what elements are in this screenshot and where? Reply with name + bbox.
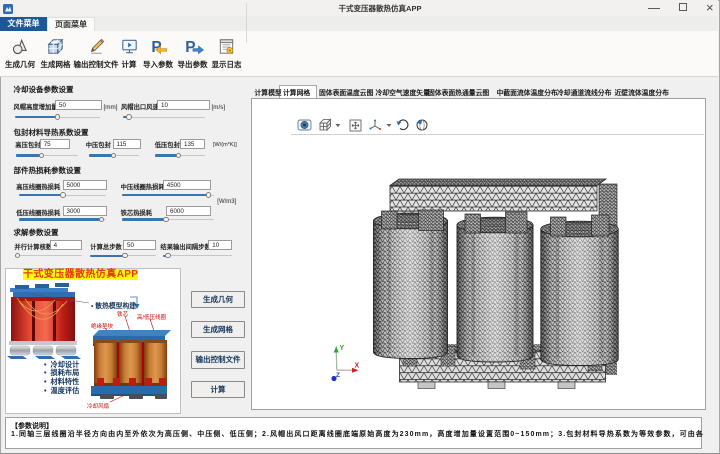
svg-text:P: P — [185, 39, 195, 56]
svg-text:Z: Z — [336, 372, 340, 379]
svg-text:Y: Y — [340, 345, 345, 352]
svg-text:X: X — [355, 363, 360, 370]
